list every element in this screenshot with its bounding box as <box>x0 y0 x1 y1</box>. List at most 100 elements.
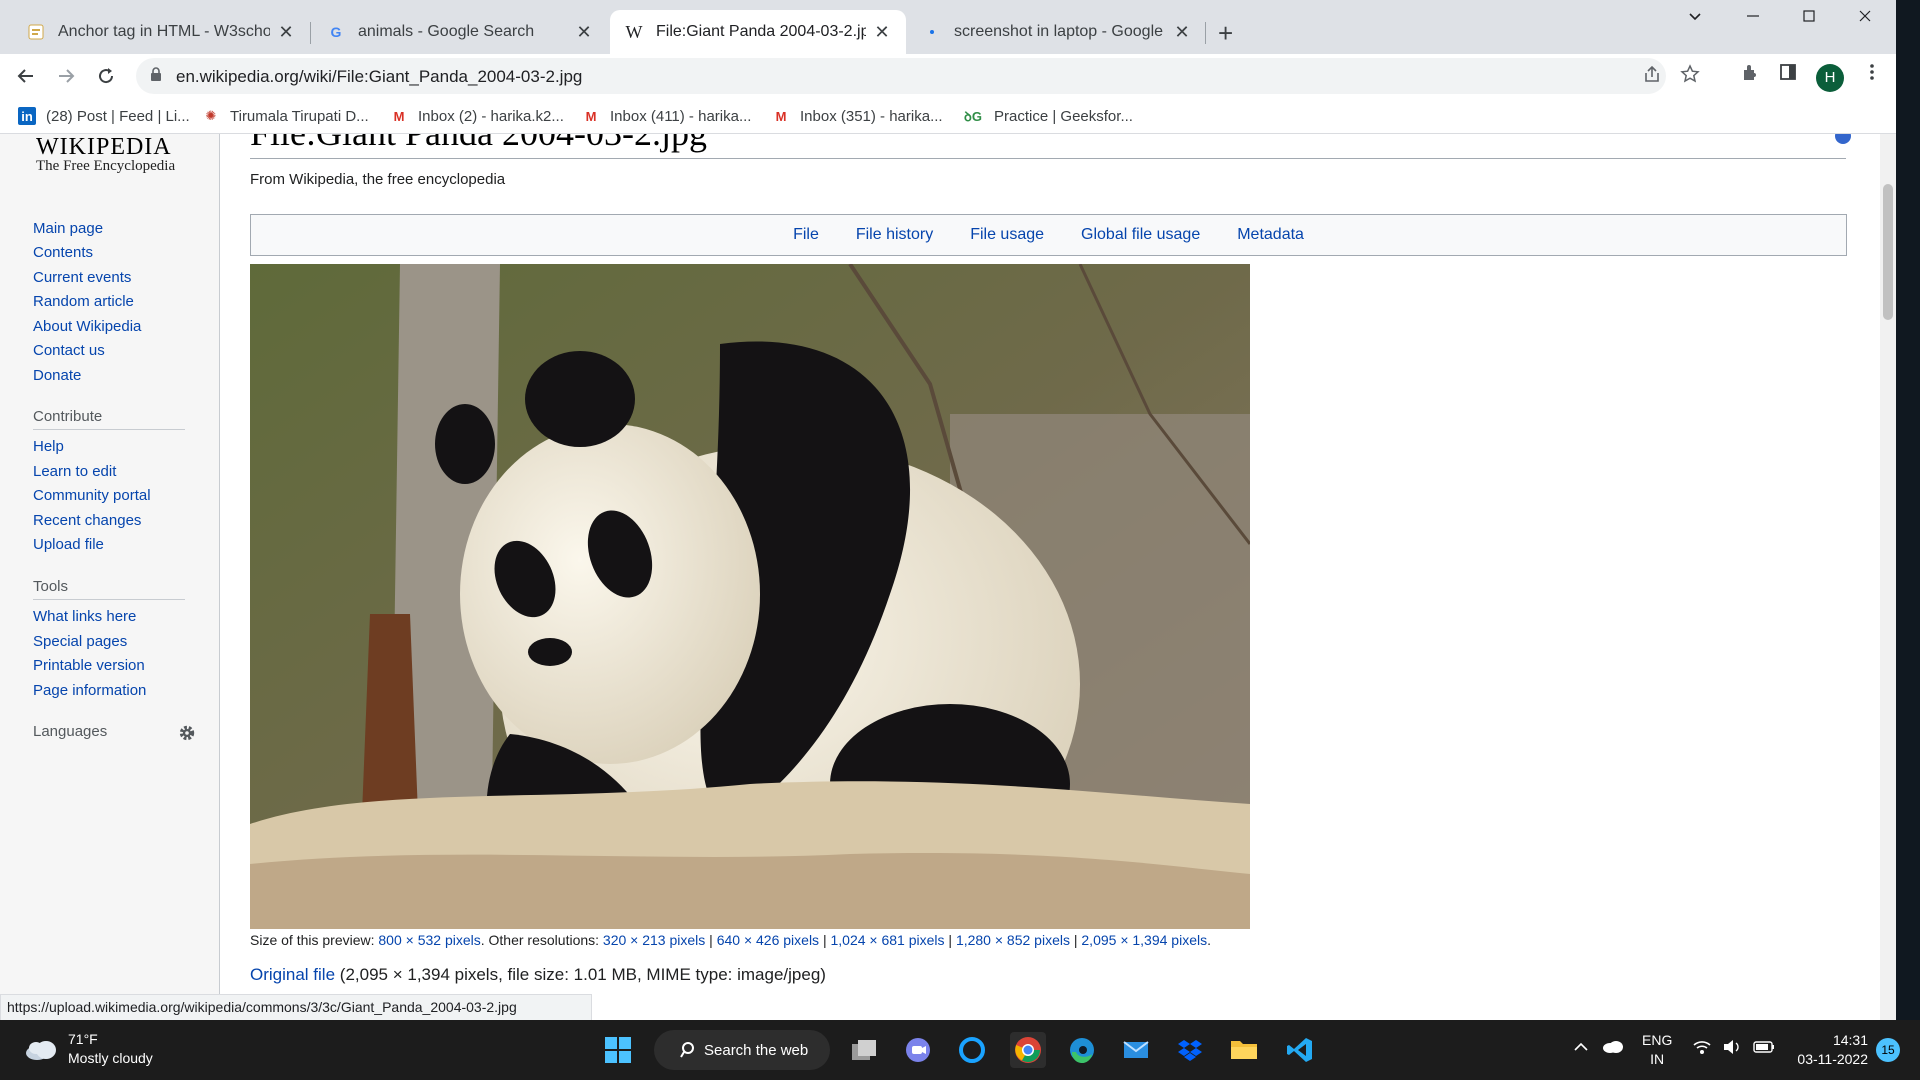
tab-search-icon[interactable] <box>1672 8 1718 29</box>
back-icon[interactable] <box>12 62 40 90</box>
close-tab-icon[interactable]: ✕ <box>276 22 296 43</box>
battery-icon[interactable] <box>1752 1038 1776 1061</box>
clock-time: 14:31 <box>1832 1032 1868 1048</box>
notification-badge[interactable]: 15 <box>1876 1038 1900 1062</box>
mail-icon[interactable] <box>1118 1032 1154 1068</box>
tab-divider <box>310 22 311 44</box>
help-icon[interactable] <box>1835 134 1851 144</box>
sidebar-item-upload-file[interactable]: Upload file <box>33 536 104 553</box>
vscode-icon[interactable] <box>1282 1032 1318 1068</box>
resolution-link[interactable]: 2,095 × 1,394 pixels <box>1081 932 1207 948</box>
edge-icon[interactable] <box>1064 1032 1100 1068</box>
tab-google-screenshot[interactable]: screenshot in laptop - Google Se ✕ <box>908 10 1206 54</box>
sidebar-item-current-events[interactable]: Current events <box>33 269 131 286</box>
chrome-icon[interactable] <box>1010 1032 1046 1068</box>
minimize-icon[interactable] <box>1730 8 1776 29</box>
sidebar-item-about-wikipedia[interactable]: About Wikipedia <box>33 318 141 335</box>
region-code: IN <box>1650 1051 1665 1067</box>
cloud-icon <box>26 1041 56 1060</box>
file-explorer-icon[interactable] <box>1226 1032 1262 1068</box>
task-view-icon[interactable] <box>846 1032 882 1068</box>
original-file-link[interactable]: Original file <box>250 965 335 984</box>
side-panel-icon[interactable] <box>1778 62 1798 88</box>
tab-file-history[interactable]: File history <box>856 226 933 244</box>
resolution-link[interactable]: 1,280 × 852 pixels <box>956 932 1070 948</box>
resolution-link[interactable]: 640 × 426 pixels <box>717 932 819 948</box>
bookmark-star-icon[interactable] <box>1680 64 1700 90</box>
maximize-icon[interactable] <box>1786 8 1832 29</box>
weather-widget[interactable]: 71°F Mostly cloudy <box>24 1030 153 1068</box>
reload-icon[interactable] <box>92 62 120 90</box>
bookmark-ttd[interactable]: ✺ Tirumala Tirupati D... <box>202 107 369 125</box>
loading-favicon <box>922 22 942 42</box>
share-icon[interactable] <box>1642 64 1662 90</box>
cortana-icon[interactable] <box>954 1032 990 1068</box>
teams-chat-icon[interactable] <box>900 1032 936 1068</box>
address-bar[interactable]: en.wikipedia.org/wiki/File:Giant_Panda_2… <box>136 58 1700 94</box>
wifi-icon[interactable] <box>1692 1038 1712 1061</box>
separator: . <box>1207 932 1211 948</box>
close-tab-icon[interactable]: ✕ <box>872 22 892 43</box>
original-file-info: (2,095 × 1,394 pixels, file size: 1.01 M… <box>339 965 826 984</box>
resolution-link[interactable]: 1,024 × 681 pixels <box>830 932 944 948</box>
input-language[interactable]: ENG IN <box>1642 1031 1672 1069</box>
sidebar-item-contact-us[interactable]: Contact us <box>33 342 105 359</box>
size-preview-link[interactable]: 800 × 532 pixels <box>378 932 480 948</box>
close-tab-icon[interactable]: ✕ <box>1172 22 1192 43</box>
tab-file[interactable]: File <box>793 226 819 244</box>
dropbox-icon[interactable] <box>1172 1032 1208 1068</box>
bookmark-geeksforgeeks[interactable]: ꝺG Practice | Geeksfor... <box>962 107 1133 125</box>
sidebar-item-what-links-here[interactable]: What links here <box>33 608 136 625</box>
wikipedia-logo-title[interactable]: WIKIPEDIA <box>36 134 172 161</box>
extensions-icon[interactable] <box>1740 62 1760 88</box>
bookmark-gmail-3[interactable]: M Inbox (351) - harika... <box>772 107 943 125</box>
bookmarks-bar: in (28) Post | Feed | Li... ✺ Tirumala Tir… <box>0 98 1896 134</box>
resolution-link[interactable]: 320 × 213 pixels <box>603 932 705 948</box>
sidebar-item-page-information[interactable]: Page information <box>33 682 146 699</box>
page-scrollbar[interactable] <box>1880 134 1896 1020</box>
bookmark-gmail-1[interactable]: M Inbox (2) - harika.k2... <box>390 107 564 125</box>
sidebar-item-main-page[interactable]: Main page <box>33 220 103 237</box>
sidebar-item-community-portal[interactable]: Community portal <box>33 487 151 504</box>
tab-google-animals[interactable]: G animals - Google Search ✕ <box>312 10 608 54</box>
volume-icon[interactable] <box>1722 1038 1742 1061</box>
size-preview-label: Size of this preview: <box>250 932 375 948</box>
menu-kebab-icon[interactable] <box>1862 62 1882 88</box>
sidebar-item-donate[interactable]: Donate <box>33 367 81 384</box>
tab-title: Anchor tag in HTML - W3schools <box>58 23 270 40</box>
show-hidden-icons[interactable] <box>1572 1038 1590 1061</box>
sidebar-item-help[interactable]: Help <box>33 438 64 455</box>
sidebar-item-learn-to-edit[interactable]: Learn to edit <box>33 463 116 480</box>
giant-panda-image[interactable] <box>250 264 1250 929</box>
sidebar-item-contents[interactable]: Contents <box>33 244 93 261</box>
w3schools-favicon <box>26 22 46 42</box>
taskbar-search[interactable]: Search the web <box>654 1030 830 1070</box>
scrollbar-thumb[interactable] <box>1883 184 1893 320</box>
profile-avatar[interactable]: H <box>1816 64 1844 92</box>
bookmark-linkedin[interactable]: in (28) Post | Feed | Li... <box>18 107 190 125</box>
wikipedia-logo-subtitle[interactable]: The Free Encyclopedia <box>36 158 175 175</box>
separator: . <box>480 932 485 948</box>
language-code: ENG <box>1642 1032 1673 1048</box>
gear-icon[interactable] <box>178 724 196 742</box>
tab-global-file-usage[interactable]: Global file usage <box>1081 226 1200 244</box>
windows-start-icon[interactable] <box>600 1032 636 1068</box>
close-tab-icon[interactable]: ✕ <box>574 22 594 43</box>
onedrive-icon[interactable] <box>1602 1038 1624 1059</box>
tab-metadata[interactable]: Metadata <box>1237 226 1304 244</box>
bookmark-gmail-2[interactable]: M Inbox (411) - harika... <box>582 107 752 125</box>
sidebar-item-special-pages[interactable]: Special pages <box>33 633 127 650</box>
tab-w3schools[interactable]: Anchor tag in HTML - W3schools ✕ <box>12 10 310 54</box>
tab-file-usage[interactable]: File usage <box>970 226 1044 244</box>
sidebar-heading-contribute: Contribute <box>33 408 185 430</box>
new-tab-button[interactable]: + <box>1218 18 1233 49</box>
sidebar-item-random-article[interactable]: Random article <box>33 293 134 310</box>
tab-wikipedia-panda[interactable]: W File:Giant Panda 2004-03-2.jpg - ✕ <box>610 10 906 54</box>
sidebar-item-printable-version[interactable]: Printable version <box>33 657 145 674</box>
forward-icon[interactable] <box>52 62 80 90</box>
sidebar-item-recent-changes[interactable]: Recent changes <box>33 512 141 529</box>
bookmark-label: Tirumala Tirupati D... <box>230 107 369 125</box>
bookmark-label: Inbox (351) - harika... <box>800 107 943 125</box>
close-window-icon[interactable] <box>1842 8 1888 29</box>
system-clock[interactable]: 14:31 03-11-2022 <box>1790 1031 1868 1069</box>
